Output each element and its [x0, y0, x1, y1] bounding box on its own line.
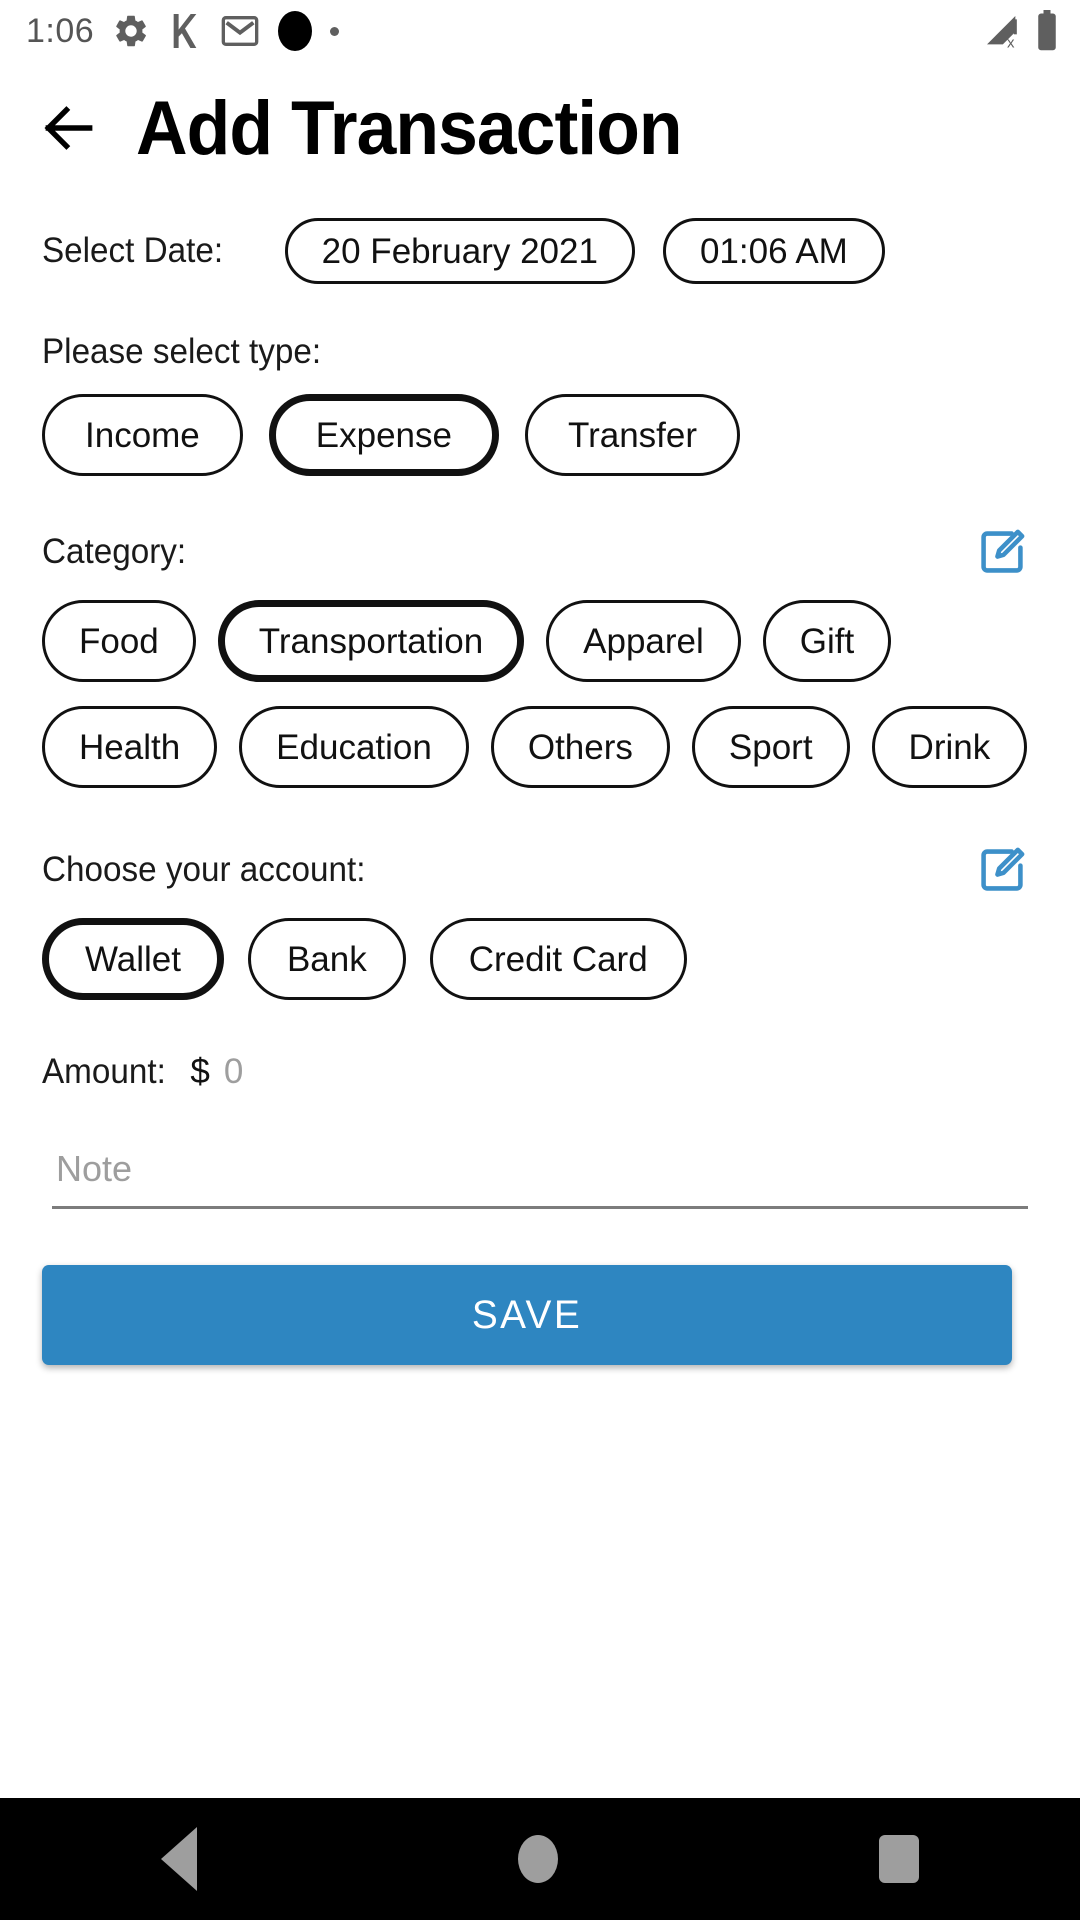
back-arrow-icon[interactable] — [38, 97, 100, 159]
status-clock: 1:06 — [26, 11, 95, 50]
edit-categories-icon[interactable] — [976, 526, 1028, 578]
date-picker-button[interactable]: 20 February 2021 — [284, 218, 635, 284]
category-option-apparel[interactable]: Apparel — [546, 600, 741, 682]
nav-back-icon[interactable] — [160, 1827, 197, 1891]
account-option-bank[interactable]: Bank — [247, 918, 406, 1000]
account-option-wallet[interactable]: Wallet — [42, 918, 224, 1000]
svg-text:x: x — [1007, 35, 1015, 51]
gmail-icon — [220, 11, 260, 51]
save-button[interactable]: SAVE — [42, 1265, 1012, 1365]
page-title: Add Transaction — [136, 85, 683, 171]
type-options: Income Expense Transfer — [42, 394, 1038, 476]
nav-recents-icon[interactable] — [879, 1835, 920, 1883]
small-dot-icon — [330, 26, 340, 36]
select-date-label: Select Date: — [42, 231, 224, 270]
category-options: Food Transportation Apparel Gift Health … — [42, 600, 1038, 788]
battery-icon — [1036, 10, 1058, 52]
android-navigation-bar — [0, 1798, 1080, 1920]
gear-icon — [112, 12, 150, 50]
category-header: Category: — [42, 526, 1038, 578]
category-label: Category: — [42, 532, 187, 571]
category-option-others[interactable]: Others — [490, 706, 670, 788]
select-type-label: Please select type: — [42, 332, 322, 371]
category-option-food[interactable]: Food — [42, 600, 196, 682]
amount-input[interactable]: 0 — [224, 1052, 243, 1092]
amount-section: Amount: $ 0 — [42, 1052, 1038, 1092]
time-picker-button[interactable]: 01:06 AM — [662, 218, 885, 284]
note-section — [42, 1138, 1038, 1209]
amount-label: Amount: — [42, 1052, 166, 1091]
status-bar-left: 1:06 — [26, 11, 340, 51]
category-option-gift[interactable]: Gift — [762, 600, 892, 682]
status-bar: 1:06 x — [0, 0, 1080, 62]
edit-accounts-icon[interactable] — [976, 844, 1028, 896]
category-option-sport[interactable]: Sport — [691, 706, 850, 788]
signal-no-service-icon: x — [982, 11, 1022, 52]
category-option-transportation[interactable]: Transportation — [217, 600, 525, 682]
status-bar-right: x — [982, 10, 1058, 52]
nav-home-icon[interactable] — [517, 1835, 558, 1883]
main-content: Select Date: 20 February 2021 01:06 AM P… — [0, 194, 1080, 1365]
category-option-drink[interactable]: Drink — [871, 706, 1028, 788]
black-circle-icon — [278, 11, 313, 51]
type-option-transfer[interactable]: Transfer — [525, 394, 741, 476]
type-option-expense[interactable]: Expense — [268, 394, 499, 476]
date-section: Select Date: 20 February 2021 01:06 AM — [42, 218, 1038, 284]
category-option-health[interactable]: Health — [42, 706, 218, 788]
category-option-education[interactable]: Education — [239, 706, 469, 788]
currency-symbol: $ — [190, 1052, 210, 1091]
account-option-credit-card[interactable]: Credit Card — [429, 918, 687, 1000]
account-header: Choose your account: — [42, 844, 1038, 896]
app-bar: Add Transaction — [0, 62, 1080, 194]
type-option-income[interactable]: Income — [42, 394, 243, 476]
k-app-icon — [168, 11, 202, 51]
choose-account-label: Choose your account: — [42, 850, 366, 889]
account-options: Wallet Bank Credit Card — [42, 918, 1038, 1000]
note-input[interactable] — [52, 1138, 1028, 1209]
